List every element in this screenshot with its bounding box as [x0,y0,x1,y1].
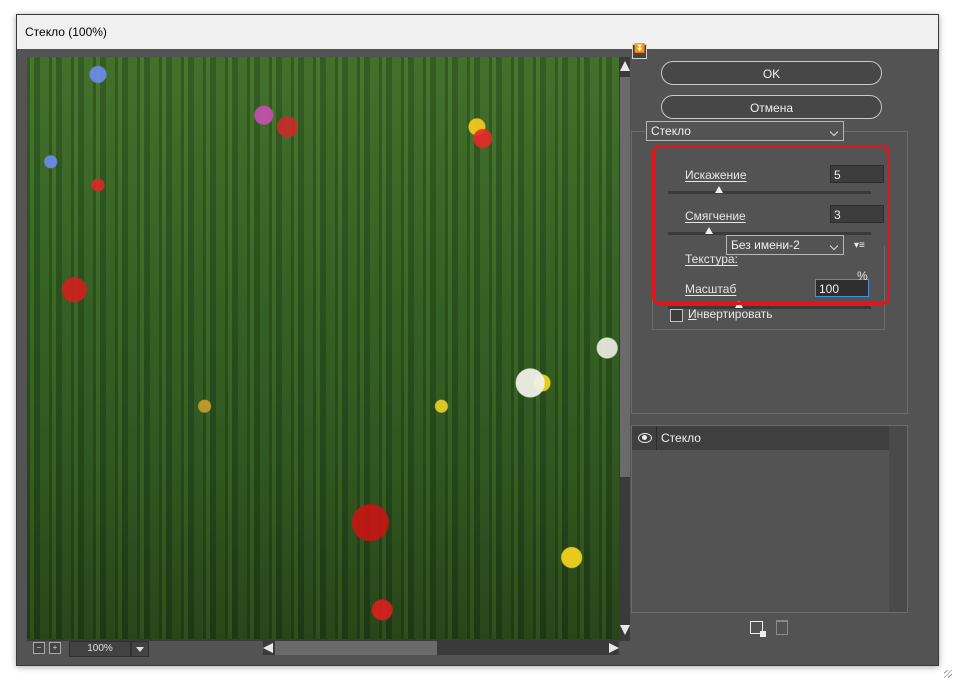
ok-button[interactable]: OK [661,61,882,85]
zoom-level[interactable]: 100% [69,641,131,657]
cancel-button[interactable]: Отмена [661,95,882,119]
invert-label: Инвертировать [688,307,773,321]
scroll-right-icon[interactable] [609,643,619,653]
zoom-out-button[interactable]: − [33,642,45,654]
highlight-frame [652,145,890,305]
preview-image[interactable] [27,57,619,639]
filter-select[interactable]: Стекло [646,121,844,141]
effect-layers-panel: Стекло [631,425,908,613]
invert-checkbox[interactable] [670,309,683,322]
effect-layer-name: Стекло [661,431,701,445]
layer-divider [656,426,657,450]
scroll-left-icon[interactable] [263,643,273,653]
delete-effect-layer-icon[interactable] [776,620,788,635]
effect-layer-row[interactable]: Стекло [632,426,889,450]
preview-area [27,57,630,641]
preview-horizontal-scrollbar[interactable] [263,641,619,655]
vertical-scroll-thumb[interactable] [620,77,630,477]
scroll-down-icon[interactable] [620,625,630,635]
eye-icon[interactable] [638,433,652,443]
collapse-gallery-icon[interactable] [632,44,647,59]
zoom-dropdown-icon[interactable] [131,641,149,657]
preview-vertical-scrollbar[interactable] [620,57,630,641]
layers-scrollbar[interactable] [889,426,907,612]
new-effect-layer-icon[interactable] [750,621,766,637]
resize-grip-icon[interactable] [944,670,952,678]
window-title: Стекло (100%) [17,15,938,49]
horizontal-scroll-thumb[interactable] [275,641,437,655]
preview-footer: − + 100% [27,641,630,657]
scroll-up-icon[interactable] [620,61,630,71]
zoom-in-button[interactable]: + [49,642,61,654]
